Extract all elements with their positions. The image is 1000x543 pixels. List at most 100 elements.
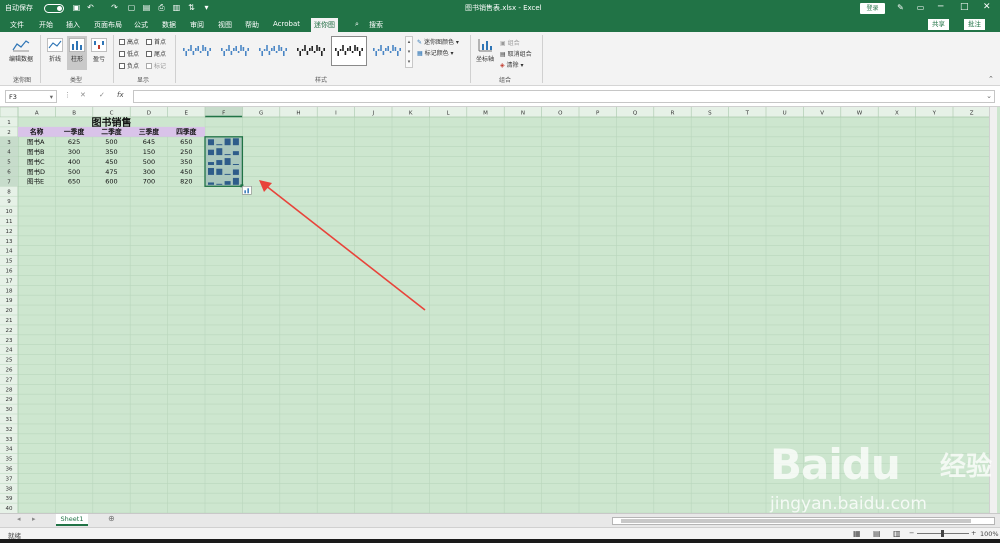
- row-header[interactable]: 34: [6, 447, 13, 453]
- enter-icon[interactable]: ✓: [99, 91, 105, 99]
- column-header[interactable]: X: [895, 111, 899, 117]
- row-header[interactable]: 38: [6, 486, 13, 492]
- table-cell[interactable]: 450: [180, 168, 192, 176]
- column-header[interactable]: A: [35, 111, 39, 117]
- style-gallery[interactable]: [179, 36, 405, 68]
- prev-sheet-icon[interactable]: ◂: [17, 515, 21, 523]
- table-cell[interactable]: 图书C: [27, 157, 45, 166]
- quick-analysis-icon[interactable]: [242, 186, 252, 195]
- row-header[interactable]: 22: [6, 328, 13, 334]
- table-cell[interactable]: 图书A: [27, 137, 45, 146]
- table-cell[interactable]: 650: [180, 138, 192, 146]
- customize-toolbar-icon[interactable]: ▾: [202, 3, 211, 13]
- type-winloss-button[interactable]: 盈亏: [89, 38, 109, 63]
- table-cell[interactable]: 250: [180, 148, 192, 156]
- table-cell[interactable]: 300: [68, 148, 80, 156]
- table-cell[interactable]: 400: [68, 158, 80, 166]
- next-sheet-icon[interactable]: ▸: [32, 515, 36, 523]
- row-header[interactable]: 16: [6, 269, 13, 275]
- table-cell[interactable]: 500: [105, 138, 117, 146]
- row-header[interactable]: 8: [7, 189, 11, 195]
- row-header[interactable]: 29: [6, 397, 13, 403]
- column-header[interactable]: W: [857, 111, 863, 117]
- page-layout-view-icon[interactable]: ▤: [873, 529, 881, 538]
- column-header[interactable]: B: [72, 111, 76, 117]
- table-header-cell[interactable]: 三季度: [139, 127, 160, 136]
- close-button[interactable]: ✕: [983, 2, 991, 12]
- name-box[interactable]: F3 ▾: [5, 90, 57, 103]
- open-file-icon[interactable]: ▤: [142, 3, 151, 13]
- table-cell[interactable]: 图书E: [27, 177, 44, 186]
- column-header[interactable]: J: [371, 111, 374, 117]
- type-line-button[interactable]: 折线: [45, 38, 65, 63]
- row-header[interactable]: 20: [6, 308, 13, 314]
- sheet-tab[interactable]: Sheet1: [56, 514, 88, 526]
- cancel-icon[interactable]: ✕: [80, 91, 86, 99]
- column-header[interactable]: K: [409, 111, 413, 117]
- type-column-button[interactable]: 柱形: [67, 36, 87, 70]
- table-cell[interactable]: 700: [143, 178, 155, 186]
- zoom-in-icon[interactable]: +: [971, 529, 976, 537]
- sparkline-style-3[interactable]: [255, 36, 291, 66]
- row-header[interactable]: 11: [6, 219, 13, 225]
- tab-review[interactable]: 审阅: [190, 20, 204, 30]
- horizontal-scrollbar[interactable]: [612, 517, 995, 525]
- column-header[interactable]: S: [708, 111, 712, 117]
- gallery-scroll[interactable]: ▴ ▾ ▾: [405, 36, 413, 68]
- table-cell[interactable]: 500: [143, 158, 155, 166]
- row-header[interactable]: 7: [7, 179, 11, 185]
- tab-home[interactable]: 开始: [39, 20, 53, 30]
- column-header[interactable]: R: [671, 111, 675, 117]
- comment-button[interactable]: 批注: [964, 19, 985, 30]
- sparkline-style-4[interactable]: [293, 36, 329, 66]
- row-header[interactable]: 35: [6, 457, 13, 463]
- marker-color-button[interactable]: ▦ 标记颜色 ▾: [417, 48, 454, 57]
- insert-function-icon[interactable]: fx: [117, 91, 124, 99]
- tab-search[interactable]: 搜索: [369, 20, 383, 30]
- tab-sparkline[interactable]: 迷你图: [311, 18, 338, 32]
- zoom-out-icon[interactable]: −: [909, 529, 914, 537]
- sparkline-style-1[interactable]: [179, 36, 215, 66]
- check-low-point[interactable]: 低点: [119, 49, 139, 58]
- row-header[interactable]: 5: [7, 160, 11, 166]
- table-cell[interactable]: 150: [143, 148, 155, 156]
- row-header[interactable]: 24: [6, 348, 13, 354]
- table-cell[interactable]: 500: [68, 168, 80, 176]
- sparkline-style-6[interactable]: [369, 36, 405, 66]
- table-cell[interactable]: 645: [143, 138, 155, 146]
- check-negative-point[interactable]: 负点: [119, 61, 139, 70]
- row-header[interactable]: 19: [6, 298, 13, 304]
- group-button[interactable]: ▣ 组合: [500, 38, 520, 47]
- column-header[interactable]: G: [259, 111, 263, 117]
- column-header[interactable]: V: [820, 111, 824, 117]
- edit-data-button[interactable]: 编辑数据: [6, 38, 36, 63]
- row-header[interactable]: 25: [6, 358, 13, 364]
- search-icon[interactable]: ⌕: [355, 20, 359, 29]
- tab-formulas[interactable]: 公式: [134, 20, 148, 30]
- table-cell[interactable]: 625: [68, 138, 80, 146]
- table-cell[interactable]: 图书D: [27, 167, 45, 176]
- save-icon[interactable]: ▣: [72, 3, 81, 13]
- column-header[interactable]: T: [745, 111, 750, 117]
- column-header[interactable]: H: [296, 111, 300, 117]
- row-header[interactable]: 9: [7, 199, 11, 205]
- pen-icon[interactable]: ✎: [896, 3, 905, 13]
- row-header[interactable]: 18: [6, 288, 13, 294]
- row-header[interactable]: 40: [6, 506, 13, 512]
- share-button[interactable]: 共享: [928, 19, 949, 30]
- sparkline-style-2[interactable]: [217, 36, 253, 66]
- table-cell[interactable]: 650: [68, 178, 80, 186]
- column-header[interactable]: U: [783, 111, 787, 117]
- formula-input[interactable]: ⌄: [133, 90, 995, 103]
- quick-print-icon[interactable]: ▥: [172, 3, 181, 13]
- tab-page-layout[interactable]: 页面布局: [94, 20, 122, 30]
- column-header[interactable]: Q: [633, 111, 638, 117]
- login-button[interactable]: 登录: [860, 3, 885, 14]
- tab-acrobat[interactable]: Acrobat: [273, 20, 300, 28]
- table-header-cell[interactable]: 名称: [30, 127, 44, 136]
- row-header[interactable]: 15: [6, 259, 13, 265]
- table-cell[interactable]: 450: [105, 158, 117, 166]
- row-header[interactable]: 6: [7, 170, 11, 176]
- check-markers[interactable]: 标记: [146, 61, 166, 70]
- row-header[interactable]: 28: [6, 387, 13, 393]
